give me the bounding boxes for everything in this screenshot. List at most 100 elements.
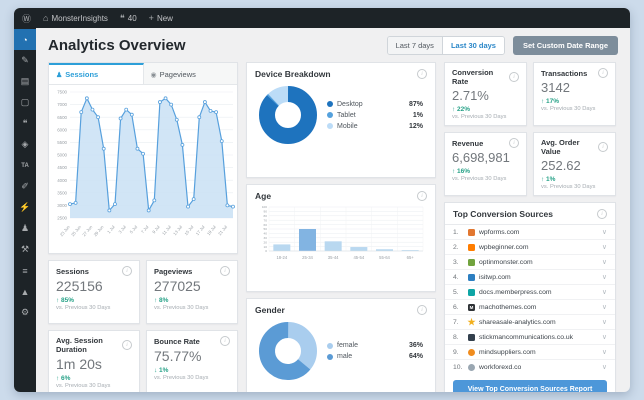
stat-note: vs. Previous 30 Days [154, 375, 209, 381]
source-row-docs-memberpress-com[interactable]: 5. docs.memberpress.com ∨ [445, 284, 615, 299]
source-row-wpbeginner-com[interactable]: 2. wpbeginner.com ∨ [445, 239, 615, 254]
favicon-icon: ★ [467, 316, 476, 327]
source-row-shareasale-analytics-com[interactable]: 7. ★ shareasale-analytics.com ∨ [445, 314, 615, 329]
chevron-down-icon[interactable]: ∨ [602, 363, 607, 371]
source-row-machothemes-com[interactable]: 6. Mmachothemes.com ∨ [445, 299, 615, 314]
view-report-button[interactable]: View Top Conversion Sources Report [453, 380, 607, 392]
svg-text:23 Jun: 23 Jun [59, 224, 71, 237]
info-icon[interactable]: i [598, 68, 608, 78]
device-donut-chart [259, 86, 317, 144]
age-panel: Age i 0 10 20 30 40 50 60 70 80 90 100 18-24 25-34 35… [246, 184, 436, 292]
insights-icon[interactable]: ▲ [14, 281, 36, 302]
svg-text:9 Jul: 9 Jul [151, 224, 161, 234]
chevron-down-icon[interactable]: ∨ [602, 318, 607, 326]
svg-text:35-44: 35-44 [328, 255, 339, 260]
device-breakdown-title: Device Breakdown [255, 69, 331, 79]
svg-text:4500: 4500 [57, 165, 67, 170]
stat-delta-up: ↑ 17% [541, 98, 560, 105]
info-icon[interactable]: i [122, 266, 132, 276]
source-row-workforexd-co[interactable]: 10. workforexd.co ∨ [445, 359, 615, 374]
legend-value: 36% [408, 342, 423, 349]
set-custom-date-range-button[interactable]: Set Custom Date Range [512, 36, 618, 55]
source-rank: 9. [453, 348, 459, 356]
legend-value: 64% [408, 353, 423, 360]
tab-sessions[interactable]: ♟ Sessions [49, 63, 144, 84]
source-row-mindsuppliers-com[interactable]: 9. mindsuppliers.com ∨ [445, 344, 615, 359]
info-icon[interactable]: i [122, 340, 132, 350]
appearance-icon[interactable]: ✐ [14, 176, 36, 197]
stat-card-pageviews: Pageviews i 277025 ↑ 8% vs. Previous 30 Days [146, 260, 238, 324]
svg-text:80: 80 [264, 214, 268, 218]
info-icon[interactable]: i [509, 72, 519, 82]
source-domain: mindsuppliers.com [479, 348, 536, 356]
stat-note: vs. Previous 30 Days [452, 176, 507, 182]
chevron-down-icon[interactable]: ∨ [602, 273, 607, 281]
svg-text:11 Jul: 11 Jul [161, 224, 172, 236]
info-icon[interactable]: i [417, 305, 427, 315]
range-button-last-7-days[interactable]: Last 7 days [387, 37, 442, 54]
wordpress-logo-glyph: Ⓦ [22, 13, 32, 24]
svg-text:13 Jul: 13 Jul [172, 224, 183, 236]
favicon-icon [468, 243, 475, 251]
top-conversion-sources-panel: Top Conversion Sources i 1. wpforms.com ∨ 2… [444, 202, 616, 392]
favicon-icon [468, 363, 475, 371]
chevron-down-icon[interactable]: ∨ [602, 243, 607, 251]
media-icon[interactable]: ▤ [14, 71, 36, 92]
range-button-last-30-days[interactable]: Last 30 days [441, 37, 504, 54]
legend-value: 1% [412, 111, 423, 119]
pages-icon[interactable]: ▢ [14, 92, 36, 113]
comments-icon[interactable]: ❝ [14, 113, 36, 134]
page-title: Analytics Overview [48, 37, 186, 54]
chevron-down-icon[interactable]: ∨ [602, 303, 607, 311]
legend-label: male [337, 353, 353, 360]
source-row-isitwp-com[interactable]: 4. isitwp.com ∨ [445, 269, 615, 284]
chevron-down-icon[interactable]: ∨ [602, 258, 607, 266]
stat-label: Transactions [541, 68, 588, 78]
source-domain: machothemes.com [479, 303, 537, 311]
settings-icon[interactable]: ≡ [14, 260, 36, 281]
feedback-icon[interactable]: ◈ [14, 134, 36, 155]
tab-pageviews[interactable]: ◉ Pageviews [144, 63, 238, 84]
svg-text:25 Jun: 25 Jun [70, 224, 82, 237]
new-content-button[interactable]: + New [149, 13, 173, 23]
source-domain: docs.memberpress.com [479, 288, 552, 296]
users-icon[interactable]: ♟ [14, 218, 36, 239]
source-rank: 7. [453, 318, 459, 326]
posts-pin-icon[interactable]: ✎ [14, 50, 36, 71]
legend-dot [327, 101, 333, 107]
source-row-wpforms-com[interactable]: 1. wpforms.com ∨ [445, 225, 615, 239]
svg-text:1 Jul: 1 Jul [106, 224, 116, 234]
ta-plugin-icon[interactable]: TA [14, 155, 36, 176]
stat-card-revenue: Revenue i 6,698,981 ↑ 16% vs. Previous 30 Da… [444, 132, 527, 196]
info-icon[interactable]: i [509, 138, 519, 148]
svg-text:45-54: 45-54 [353, 255, 364, 260]
stat-label: Sessions [56, 266, 89, 276]
source-row-optinmonster-com[interactable]: 3. optinmonster.com ∨ [445, 254, 615, 269]
collapse-icon[interactable]: ⚙ [14, 302, 36, 323]
tools-icon[interactable]: ⚒ [14, 239, 36, 260]
chevron-down-icon[interactable]: ∨ [602, 288, 607, 296]
source-rank: 8. [453, 333, 459, 341]
info-icon[interactable]: i [220, 266, 230, 276]
dashboard-icon[interactable]: ◔ [14, 29, 36, 50]
plugins-icon[interactable]: ⚡ [14, 197, 36, 218]
source-row-stickmancommunications-co-uk[interactable]: 8. stickmancommunications.co.uk ∨ [445, 329, 615, 344]
stat-note: vs. Previous 30 Days [541, 106, 596, 112]
wordpress-logo-icon[interactable]: Ⓦ [22, 12, 31, 25]
info-icon[interactable]: i [220, 336, 230, 346]
chevron-down-icon[interactable]: ∨ [602, 228, 607, 236]
favicon-icon [468, 348, 475, 356]
top-conversion-sources-title: Top Conversion Sources [453, 209, 553, 219]
info-icon[interactable]: i [597, 209, 607, 219]
chevron-down-icon[interactable]: ∨ [602, 348, 607, 356]
legend-label: Mobile [337, 122, 358, 130]
gender-title: Gender [255, 305, 285, 315]
info-icon[interactable]: i [598, 142, 608, 152]
admin-comments[interactable]: ❝ 40 [120, 13, 137, 24]
legend-value: 12% [408, 122, 423, 130]
site-menu[interactable]: ⌂ MonsterInsights [43, 13, 108, 23]
chevron-down-icon[interactable]: ∨ [602, 333, 607, 341]
info-icon[interactable]: i [417, 191, 427, 201]
info-icon[interactable]: i [417, 69, 427, 79]
svg-text:7000: 7000 [57, 102, 67, 107]
